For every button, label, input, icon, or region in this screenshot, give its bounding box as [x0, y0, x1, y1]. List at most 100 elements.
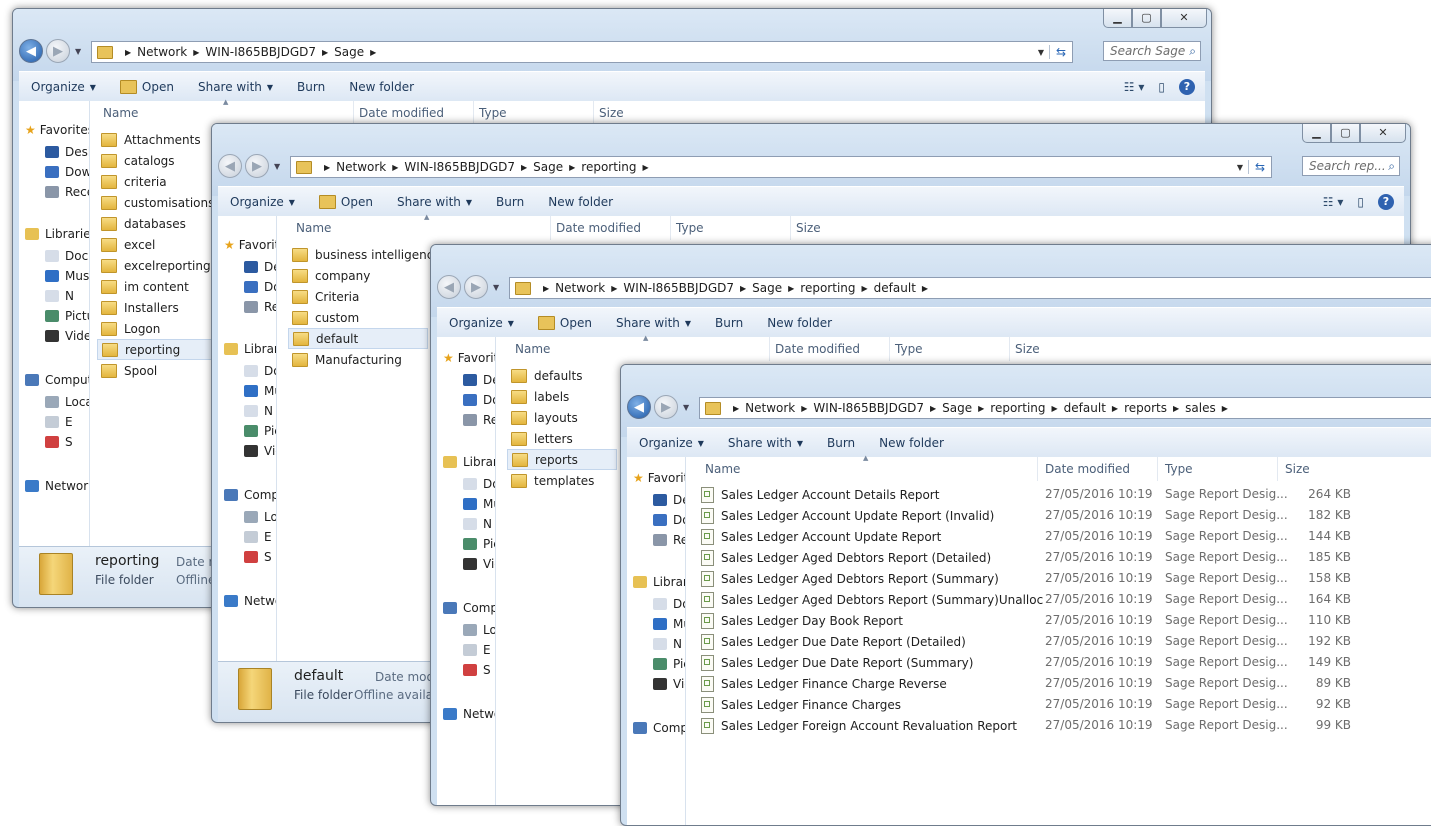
refresh-icon[interactable]: ⇆	[1049, 45, 1072, 59]
nav-desktop[interactable]: Desktop	[463, 373, 495, 387]
breadcrumb-separator[interactable]: ▶	[930, 404, 936, 413]
nav-libraries[interactable]: Libraries	[443, 455, 495, 469]
col-size[interactable]: Size	[796, 221, 821, 235]
recent-pages-dropdown[interactable]: ▼	[274, 162, 280, 171]
nav-drive-e[interactable]: E	[244, 530, 272, 544]
nav-computer[interactable]: Computer	[25, 373, 89, 387]
nav-network[interactable]: Network	[443, 707, 495, 721]
burn-button[interactable]: Burn	[815, 436, 867, 450]
nav-documents[interactable]: Documents	[653, 597, 685, 611]
view-options-icon[interactable]: ☷ ▾	[1124, 80, 1145, 94]
list-item[interactable]: customisations	[97, 192, 215, 213]
breadcrumb-separator[interactable]: ▶	[1052, 404, 1058, 413]
nav-pictures[interactable]: Pictures	[653, 657, 685, 671]
breadcrumb-separator[interactable]: ▶	[543, 284, 549, 293]
navigation-pane[interactable]: ★Favorites Desktop Downloads Recent Libr…	[218, 216, 277, 662]
table-row[interactable]: Sales Ledger Account Update Report (Inva…	[697, 505, 1037, 526]
open-button[interactable]: Open	[307, 195, 385, 209]
navigation-pane[interactable]: ★Favorites Desktop Downloads Recent Libr…	[19, 101, 90, 547]
nav-pictures[interactable]: Pictures	[45, 309, 89, 323]
nav-recent[interactable]: Recent	[653, 533, 685, 547]
address-dropdown[interactable]: ▼	[1033, 48, 1049, 57]
breadcrumb-separator[interactable]: ▶	[1222, 404, 1228, 413]
navigation-pane[interactable]: ★Favorites Desktop Downloads Recent Libr…	[437, 337, 496, 805]
table-row[interactable]: Sales Ledger Aged Debtors Report (Summar…	[697, 568, 1037, 589]
address-dropdown[interactable]: ▼	[1232, 163, 1248, 172]
nav-videos[interactable]: Videos	[653, 677, 685, 691]
list-item[interactable]: company	[288, 265, 428, 286]
col-size[interactable]: Size	[1015, 342, 1040, 356]
nav-notes[interactable]: N	[244, 404, 273, 418]
burn-button[interactable]: Burn	[285, 80, 337, 94]
table-row[interactable]: Sales Ledger Aged Debtors Report (Detail…	[697, 547, 1037, 568]
search-input[interactable]: Search rep... ⌕	[1302, 156, 1400, 176]
breadcrumb-item[interactable]: default	[874, 281, 916, 295]
breadcrumb-separator[interactable]: ▶	[801, 404, 807, 413]
nav-pictures[interactable]: Pictures	[244, 424, 276, 438]
list-item[interactable]: Spool	[97, 360, 215, 381]
breadcrumb-separator[interactable]: ▶	[569, 163, 575, 172]
breadcrumb-separator[interactable]: ▶	[370, 48, 376, 57]
col-name[interactable]: Name	[103, 106, 138, 120]
burn-button[interactable]: Burn	[484, 195, 536, 209]
share-with-button[interactable]: Share with ▼	[186, 80, 285, 94]
recent-pages-dropdown[interactable]: ▼	[683, 403, 689, 412]
nav-desktop[interactable]: Desktop	[45, 145, 89, 159]
breadcrumb-item[interactable]: WIN-I865BBJDGD7	[623, 281, 734, 295]
new-folder-button[interactable]: New folder	[536, 195, 625, 209]
list-item[interactable]: excelreporting	[97, 255, 215, 276]
close-button[interactable]: ✕	[1360, 124, 1406, 143]
organize-button[interactable]: Organize ▼	[19, 80, 108, 94]
breadcrumb-item[interactable]: WIN-I865BBJDGD7	[205, 45, 316, 59]
nav-libraries[interactable]: Libraries	[224, 342, 276, 356]
nav-local-disk[interactable]: Local	[244, 510, 276, 524]
nav-music[interactable]: Music	[45, 269, 89, 283]
nav-downloads[interactable]: Downloads	[45, 165, 89, 179]
nav-computer[interactable]: Computer	[633, 721, 685, 735]
nav-recent[interactable]: Recent	[463, 413, 495, 427]
nav-videos[interactable]: Videos	[463, 557, 495, 571]
table-row[interactable]: Sales Ledger Finance Charges	[697, 694, 1037, 715]
breadcrumb-item[interactable]: Sage	[942, 401, 972, 415]
list-item[interactable]: reports	[507, 449, 617, 470]
table-row[interactable]: Sales Ledger Finance Charge Reverse	[697, 673, 1037, 694]
breadcrumb-item[interactable]: Sage	[752, 281, 782, 295]
maximize-button[interactable]: ▢	[1132, 9, 1161, 28]
preview-pane-icon[interactable]: ▯	[1158, 80, 1165, 94]
nav-videos[interactable]: Videos	[244, 444, 276, 458]
col-type[interactable]: Type	[1165, 462, 1193, 476]
minimize-button[interactable]: ▁	[1103, 9, 1132, 28]
breadcrumb-item[interactable]: reporting	[581, 160, 636, 174]
nav-downloads[interactable]: Downloads	[244, 280, 276, 294]
col-name[interactable]: Name	[296, 221, 331, 235]
back-button[interactable]: ◀	[437, 275, 461, 299]
address-bar[interactable]: ▶ Network ▶ WIN-I865BBJDGD7 ▶ Sage ▶ reporting ▶…	[290, 156, 1272, 178]
breadcrumb-separator[interactable]: ▶	[1173, 404, 1179, 413]
list-item[interactable]: criteria	[97, 171, 215, 192]
breadcrumb-separator[interactable]: ▶	[392, 163, 398, 172]
nav-network[interactable]: Network	[25, 479, 89, 493]
breadcrumb-item[interactable]: Sage	[533, 160, 563, 174]
nav-drive-e[interactable]: E	[45, 415, 73, 429]
back-button[interactable]: ◀	[218, 154, 242, 178]
col-date-modified[interactable]: Date modified	[556, 221, 641, 235]
breadcrumb-item[interactable]: reports	[1124, 401, 1167, 415]
nav-downloads[interactable]: Downloads	[463, 393, 495, 407]
recent-pages-dropdown[interactable]: ▼	[493, 283, 499, 292]
nav-drive-s[interactable]: S	[45, 435, 73, 449]
table-row[interactable]: Sales Ledger Day Book Report	[697, 610, 1037, 631]
organize-button[interactable]: Organize ▼	[437, 316, 526, 330]
organize-button[interactable]: Organize ▼	[627, 436, 716, 450]
nav-favorites[interactable]: ★Favorites	[224, 238, 276, 252]
list-item[interactable]: templates	[507, 470, 617, 491]
breadcrumb-separator[interactable]: ▶	[733, 404, 739, 413]
preview-pane-icon[interactable]: ▯	[1357, 195, 1364, 209]
list-item[interactable]: im content	[97, 276, 215, 297]
explorer-window-sales[interactable]: ◀ ▶ ▼ ▶ Network ▶ WIN-I865BBJDGD7 ▶ Sage ▶ repo…	[620, 364, 1431, 826]
col-name[interactable]: Name	[515, 342, 550, 356]
breadcrumb-item[interactable]: Network	[137, 45, 187, 59]
nav-music[interactable]: Music	[244, 384, 276, 398]
nav-drive-s[interactable]: S	[463, 663, 491, 677]
breadcrumb-separator[interactable]: ▶	[324, 163, 330, 172]
open-button[interactable]: Open	[108, 80, 186, 94]
